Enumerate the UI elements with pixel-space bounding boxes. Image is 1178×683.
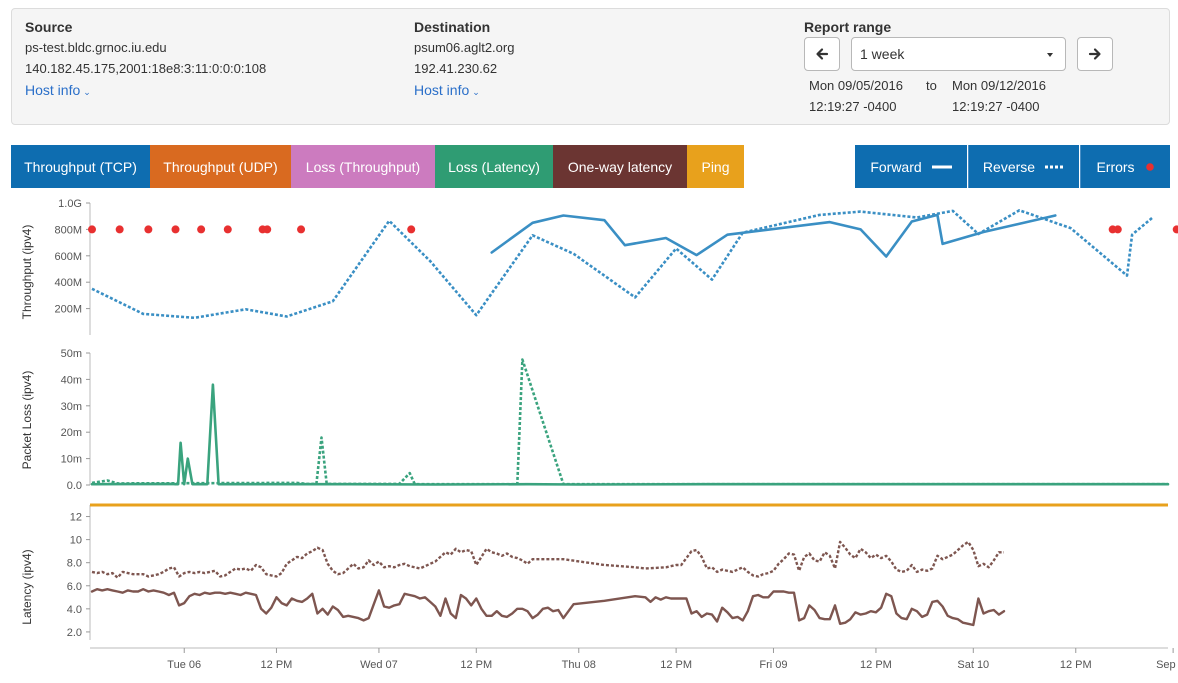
x-tick-label: 12 PM	[660, 659, 692, 671]
chart-panel-2: 2.0 4.0 6.0 8.0 10 12 Latency (ipv4)	[20, 503, 1168, 640]
error-marker	[197, 225, 206, 234]
y-tick-label: 12	[70, 512, 82, 524]
x-tick-label: 12 PM	[860, 659, 892, 671]
y-tick-label: 8.0	[67, 558, 82, 570]
y-tick-label: 20m	[61, 427, 82, 439]
reverse-series-line	[91, 540, 1004, 579]
error-marker	[1113, 225, 1122, 234]
charts-area: 200M 400M 600M 800M 1.0G Throughput (ipv4) 0.0…	[20, 198, 1178, 671]
forward-series-line	[90, 588, 1006, 627]
y-tick-label: 200M	[54, 304, 82, 316]
y-tick-label: 600M	[54, 251, 82, 263]
error-marker	[263, 225, 272, 234]
y-axis-label: Throughput (ipv4)	[20, 225, 34, 320]
y-tick-label: 40m	[61, 374, 82, 386]
error-marker	[223, 225, 232, 234]
y-tick-label: 800M	[54, 224, 82, 236]
y-tick-label: 1.0G	[58, 198, 82, 210]
x-tick-label: Sep 11	[1156, 659, 1178, 671]
x-tick-label: Wed 07	[360, 659, 398, 671]
x-tick-label: 12 PM	[1060, 659, 1092, 671]
y-tick-label: 30m	[61, 401, 82, 413]
reverse-series-line	[91, 358, 1168, 486]
error-marker	[407, 225, 416, 234]
error-marker	[171, 225, 180, 234]
x-tick-label: 12 PM	[460, 659, 492, 671]
error-marker	[88, 225, 96, 234]
chart-panel-0: 200M 400M 600M 800M 1.0G Throughput (ipv4)	[20, 198, 1178, 335]
y-tick-label: 10m	[61, 454, 82, 466]
error-marker	[297, 225, 306, 234]
y-axis-label: Latency (ipv4)	[20, 549, 34, 624]
reverse-series-line	[91, 209, 1154, 320]
forward-series-line	[490, 213, 1057, 258]
x-tick-label: 12 PM	[261, 659, 293, 671]
x-tick-label: Sat 10	[957, 659, 989, 671]
y-tick-label: 4.0	[67, 604, 82, 616]
x-tick-label: Tue 06	[167, 659, 201, 671]
forward-series-line	[90, 383, 1170, 486]
y-tick-label: 2.0	[67, 627, 82, 639]
error-marker	[144, 225, 153, 234]
y-tick-label: 50m	[61, 348, 82, 360]
y-tick-label: 6.0	[67, 581, 82, 593]
y-tick-label: 400M	[54, 277, 82, 289]
x-tick-label: Thu 08	[562, 659, 596, 671]
x-axis: Tue 06 12 PM Wed 07 12 PM Thu 08 12 PM Fri 09 1…	[90, 647, 1178, 671]
error-marker	[115, 225, 124, 234]
error-marker	[1172, 225, 1178, 234]
chart-panel-1: 0.0 10m 20m 30m 40m 50m Packet Loss (ipv4)	[20, 348, 1170, 492]
y-tick-label: 0.0	[67, 480, 82, 492]
x-tick-label: Fri 09	[759, 659, 787, 671]
y-axis-label: Packet Loss (ipv4)	[20, 371, 34, 470]
y-tick-label: 10	[70, 535, 82, 547]
